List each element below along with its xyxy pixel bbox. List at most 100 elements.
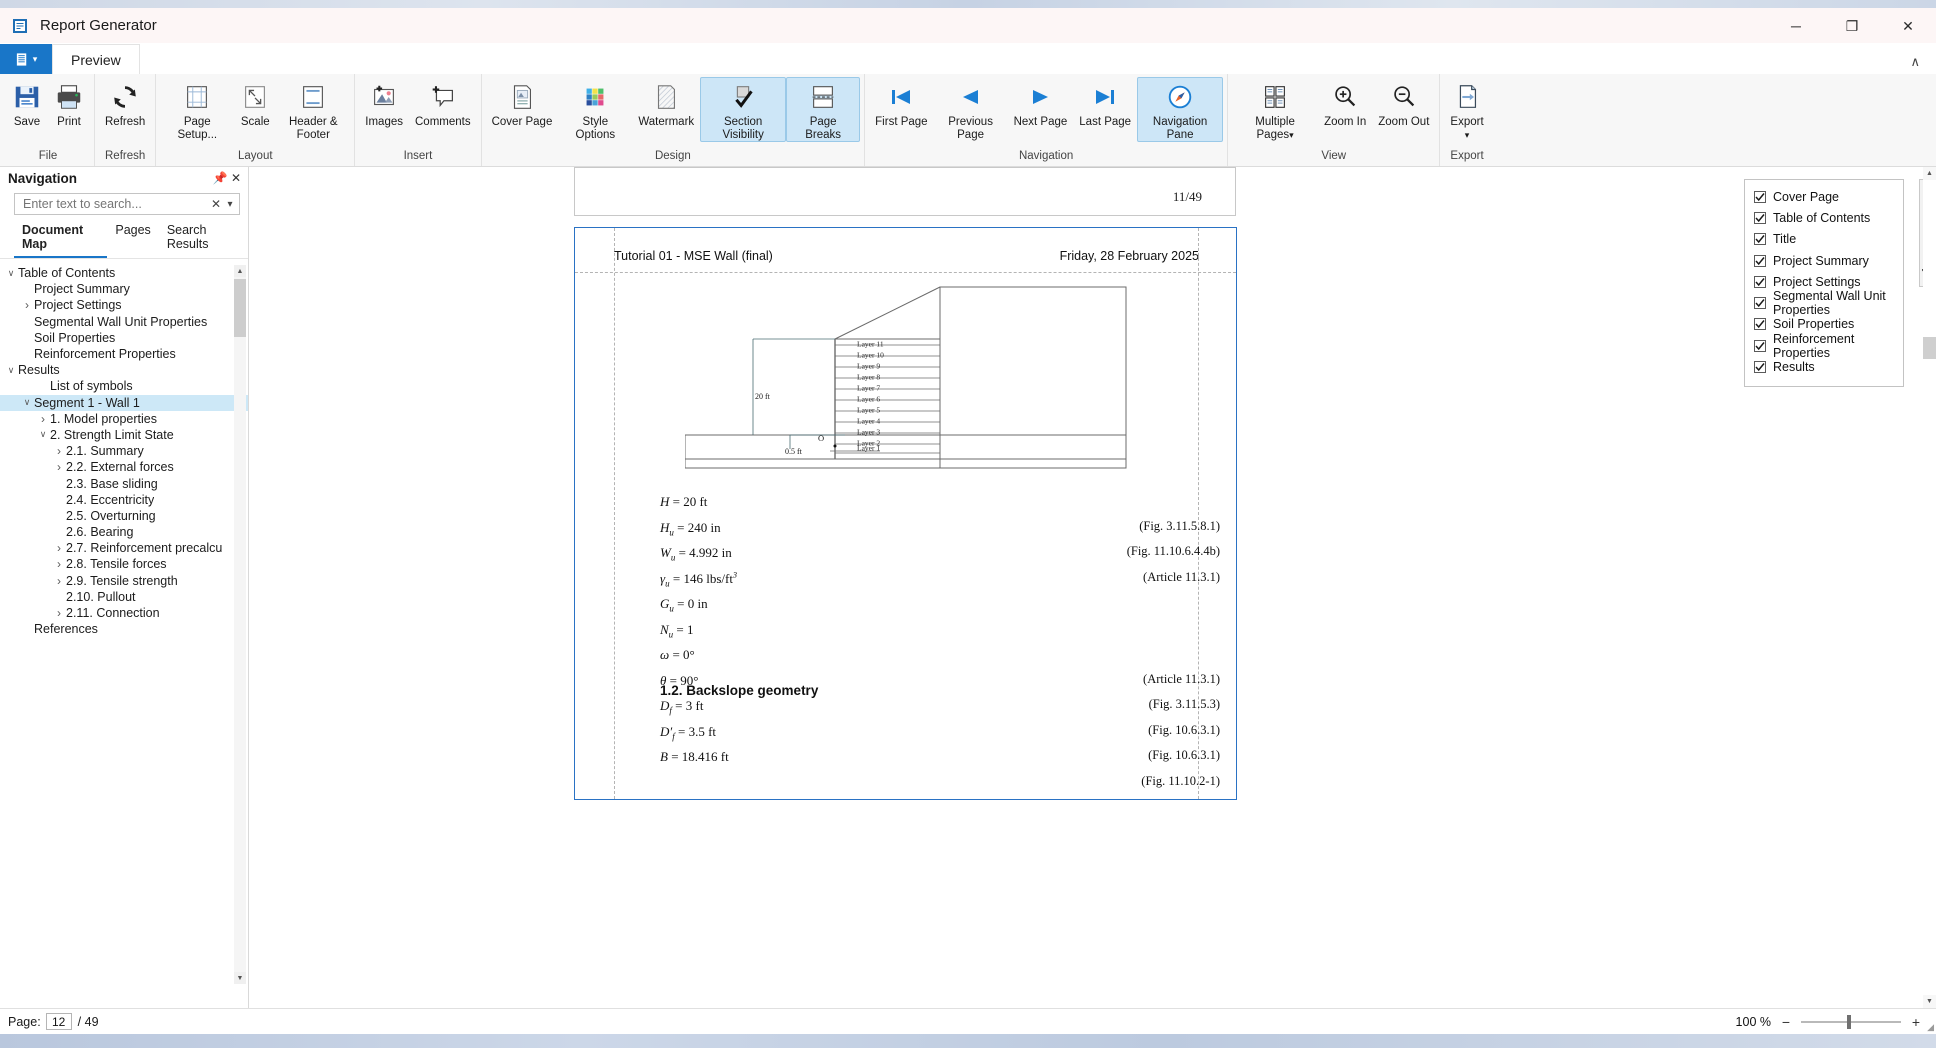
watermark-button[interactable]: Watermark	[632, 77, 700, 130]
chevron-right-icon[interactable]: ›	[20, 298, 34, 312]
refresh-button[interactable]: Refresh	[99, 77, 151, 130]
tree-item[interactable]: References	[0, 621, 248, 637]
tree-item[interactable]: › 2.9. Tensile strength	[0, 573, 248, 589]
zoom-slider-track[interactable]	[1801, 1020, 1901, 1023]
chevron-down-icon[interactable]: ∨	[4, 365, 18, 376]
pin-icon[interactable]: 📌	[212, 170, 228, 186]
chevron-right-icon[interactable]: ›	[52, 460, 66, 474]
header-footer-button[interactable]: Header & Footer	[276, 77, 350, 142]
scroll-down-icon[interactable]: ▼	[234, 972, 246, 984]
maximize-button[interactable]: ❐	[1824, 8, 1880, 44]
scroll-track[interactable]	[234, 277, 246, 972]
section-visibility-row[interactable]: Reinforcement Properties	[1745, 332, 1903, 360]
tree-item[interactable]: › Project Settings	[0, 297, 248, 313]
scroll-thumb[interactable]	[234, 279, 246, 337]
comments-button[interactable]: Comments	[409, 77, 477, 130]
tree-item[interactable]: › 2.8. Tensile forces	[0, 556, 248, 572]
tree-item[interactable]: › 2.11. Connection	[0, 605, 248, 621]
section-visibility-row[interactable]: Project Summary	[1745, 250, 1903, 271]
zoom-slider[interactable]	[1801, 1014, 1901, 1029]
chevron-right-icon[interactable]: ›	[52, 444, 66, 458]
tree-item[interactable]: Segmental Wall Unit Properties	[0, 314, 248, 330]
zoom-slider-thumb[interactable]	[1847, 1014, 1851, 1029]
tab-preview[interactable]: Preview	[52, 44, 140, 74]
checkbox[interactable]	[1754, 211, 1766, 224]
checkbox[interactable]	[1754, 190, 1766, 203]
chevron-right-icon[interactable]: ›	[52, 557, 66, 571]
section-visibility-row[interactable]: Table of Contents	[1745, 207, 1903, 228]
tree-item[interactable]: ∨ Results	[0, 362, 248, 378]
tree-item[interactable]: Project Summary	[0, 281, 248, 297]
export-button[interactable]: Export ▾	[1444, 77, 1489, 142]
section-visibility-row[interactable]: Segmental Wall Unit Properties	[1745, 289, 1903, 317]
multiple-pages-button[interactable]: Multiple Pages▾	[1232, 77, 1318, 142]
chevron-right-icon[interactable]: ›	[52, 606, 66, 620]
page-setup-button[interactable]: Page Setup...	[160, 77, 234, 142]
next-page-button[interactable]: Next Page	[1008, 77, 1074, 130]
plus-icon[interactable]: +	[1910, 1014, 1922, 1030]
print-button[interactable]: Print	[48, 77, 90, 130]
checkbox[interactable]	[1754, 254, 1766, 267]
tree-item[interactable]: ∨ 2. Strength Limit State	[0, 427, 248, 443]
tree-item[interactable]: 2.10. Pullout	[0, 589, 248, 605]
tab-pages[interactable]: Pages	[107, 221, 158, 258]
scale-button[interactable]: Scale	[234, 77, 276, 130]
checkbox[interactable]	[1754, 318, 1766, 331]
navigation-pane-button[interactable]: Navigation Pane	[1137, 77, 1224, 142]
tree-item[interactable]: › 2.2. External forces	[0, 459, 248, 475]
chevron-down-icon[interactable]: ∨	[4, 268, 18, 279]
scroll-up-icon[interactable]: ▲	[234, 265, 246, 277]
close-icon[interactable]: ✕	[228, 170, 244, 186]
page-breaks-button[interactable]: Page Breaks	[786, 77, 861, 142]
tree-item[interactable]: 2.5. Overturning	[0, 508, 248, 524]
chevron-right-icon[interactable]: ›	[36, 412, 50, 426]
checkbox[interactable]	[1754, 275, 1766, 288]
checkbox[interactable]	[1754, 361, 1766, 374]
tree-item[interactable]: › 1. Model properties	[0, 411, 248, 427]
images-button[interactable]: Images	[359, 77, 409, 130]
zoom-out-button[interactable]: Zoom Out	[1372, 77, 1435, 130]
navigation-scrollbar[interactable]: ▲ ▼	[234, 265, 246, 984]
previous-page-button[interactable]: Previous Page	[934, 77, 1008, 142]
checkbox[interactable]	[1754, 297, 1766, 310]
save-button[interactable]: Save	[6, 77, 48, 130]
cover-page-button[interactable]: Cover Page	[486, 77, 559, 130]
tree-item[interactable]: ∨ Segment 1 - Wall 1	[0, 394, 248, 411]
zoom-in-button[interactable]: Zoom In	[1318, 77, 1372, 130]
document-map-tree[interactable]: ∨ Table of Contents Project Summary › Projec…	[0, 259, 248, 1008]
tree-item[interactable]: 2.3. Base sliding	[0, 475, 248, 491]
chevron-right-icon[interactable]: ›	[52, 574, 66, 588]
section-visibility-row[interactable]: Title	[1745, 229, 1903, 250]
checkbox[interactable]	[1754, 339, 1766, 352]
style-options-button[interactable]: Style Options	[558, 77, 632, 142]
collapse-ribbon-button[interactable]: ∧	[1910, 54, 1920, 70]
minimize-button[interactable]: ─	[1768, 8, 1824, 44]
chevron-down-icon[interactable]: ∨	[36, 429, 50, 440]
section-visibility-button[interactable]: Section Visibility	[700, 77, 787, 142]
tab-document-map[interactable]: Document Map	[14, 221, 108, 258]
scroll-thumb[interactable]	[1923, 337, 1936, 359]
chevron-right-icon[interactable]: ›	[52, 541, 66, 555]
last-page-button[interactable]: Last Page	[1073, 77, 1137, 130]
page-number-input[interactable]	[45, 1013, 72, 1030]
tree-item[interactable]: ∨ Table of Contents	[0, 265, 248, 281]
tree-item[interactable]: Reinforcement Properties	[0, 346, 248, 362]
resize-grip[interactable]: ◢	[1927, 1022, 1934, 1033]
tree-item[interactable]: List of symbols	[0, 378, 248, 394]
preview-area[interactable]: 11/49 Tutorial 01 - MSE Wall (final) Fri…	[249, 167, 1936, 1008]
tree-item[interactable]: 2.6. Bearing	[0, 524, 248, 540]
tree-item[interactable]: › 2.7. Reinforcement precalcu	[0, 540, 248, 556]
tab-search-results[interactable]: Search Results	[159, 221, 248, 258]
chevron-down-icon[interactable]: ∨	[20, 397, 34, 408]
search-input[interactable]	[21, 196, 209, 212]
tree-item[interactable]: 2.4. Eccentricity	[0, 492, 248, 508]
first-page-button[interactable]: First Page	[869, 77, 933, 130]
section-visibility-row[interactable]: Cover Page	[1745, 186, 1903, 207]
tree-item[interactable]: › 2.1. Summary	[0, 443, 248, 459]
scroll-down-icon[interactable]: ▼	[1923, 995, 1936, 1008]
tree-item[interactable]: Soil Properties	[0, 330, 248, 346]
minus-icon[interactable]: −	[1780, 1014, 1792, 1030]
preview-scrollbar[interactable]: ▲ ▼	[1923, 167, 1936, 1008]
close-button[interactable]: ✕	[1880, 8, 1936, 44]
section-visibility-panel[interactable]: Cover Page Table of Contents Title Project …	[1744, 179, 1904, 387]
